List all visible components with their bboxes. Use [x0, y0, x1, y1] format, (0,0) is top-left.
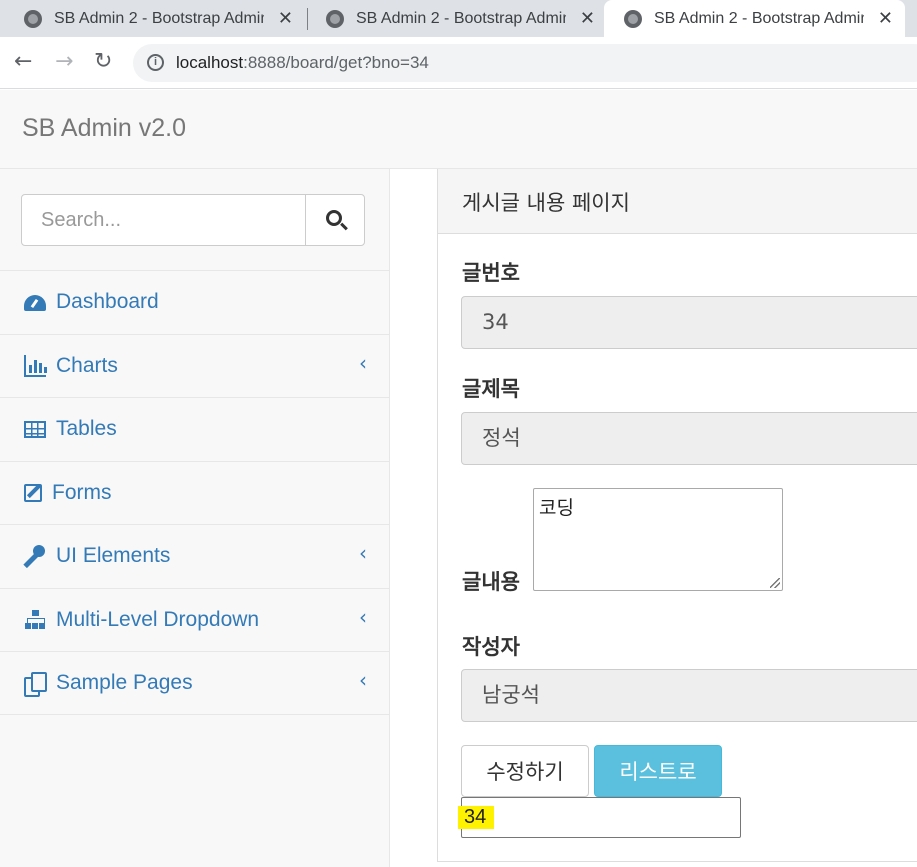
chevron-left-icon: ‹: [359, 541, 367, 565]
brand-link[interactable]: SB Admin v2.0: [22, 114, 186, 143]
close-tab-icon[interactable]: ✕: [580, 8, 595, 29]
sidebar-item-label: Sample Pages: [56, 670, 193, 694]
sidebar-item-tables[interactable]: Tables: [0, 397, 389, 461]
sidebar-item-label: Charts: [56, 353, 118, 377]
url-text: localhost:8888/board/get?bno=34: [176, 53, 429, 72]
navbar-header: SB Admin v2.0: [0, 90, 917, 169]
browser-tab-2[interactable]: SB Admin 2 - Bootstrap Admin ✕: [302, 0, 607, 37]
sidebar-item-sample-pages[interactable]: Sample Pages ‹: [0, 651, 389, 715]
sidebar-item-label: Forms: [52, 480, 112, 504]
dashboard-icon: [24, 295, 46, 312]
site-info-icon[interactable]: i: [147, 54, 164, 71]
writer-label: 작성자: [462, 635, 520, 659]
bno-field[interactable]: 34: [461, 296, 917, 349]
edit-icon: [24, 483, 42, 502]
chevron-left-icon: ‹: [359, 350, 367, 375]
search-input[interactable]: [21, 194, 306, 246]
globe-icon: [624, 9, 642, 28]
bno-label: 글번호: [462, 261, 520, 285]
wrench-icon: [24, 545, 46, 567]
hidden-bno-input[interactable]: 34: [458, 797, 741, 838]
globe-icon: [326, 9, 344, 28]
close-tab-icon[interactable]: ✕: [278, 8, 293, 29]
reload-icon[interactable]: ↻: [94, 49, 112, 75]
title-label: 글제목: [462, 377, 520, 401]
content-textarea[interactable]: 코딩: [533, 488, 783, 591]
close-tab-icon[interactable]: ✕: [878, 8, 893, 29]
writer-field[interactable]: 남궁석: [461, 669, 917, 722]
sidebar: Dashboard Charts ‹ Tables Forms UI Eleme…: [0, 169, 390, 867]
sidebar-search: [21, 194, 365, 246]
files-icon: [24, 671, 47, 697]
sidebar-item-forms[interactable]: Forms: [0, 460, 389, 525]
content-text: 코딩: [539, 497, 574, 519]
browser-tab-3-active[interactable]: SB Admin 2 - Bootstrap Admin ✕: [604, 0, 905, 37]
modify-button[interactable]: 수정하기: [461, 745, 589, 797]
sidebar-item-label: Dashboard: [56, 290, 159, 314]
sidebar-item-multi-level-dropdown[interactable]: Multi-Level Dropdown ‹: [0, 587, 389, 652]
content-label: 글내용: [462, 570, 520, 594]
sidebar-item-dashboard[interactable]: Dashboard: [0, 270, 389, 334]
sidebar-item-label: UI Elements: [56, 544, 171, 568]
tab-title: SB Admin 2 - Bootstrap Admin: [654, 9, 864, 27]
back-arrow-icon[interactable]: ←: [14, 49, 32, 75]
sidebar-menu: Dashboard Charts ‹ Tables Forms UI Eleme…: [0, 270, 389, 715]
chevron-left-icon: ‹: [359, 668, 367, 692]
panel-title: 게시글 내용 페이지: [462, 191, 630, 215]
panel-heading: 게시글 내용 페이지: [438, 169, 917, 234]
search-icon: [326, 210, 342, 226]
bar-chart-icon: [24, 354, 47, 377]
resize-grip-icon[interactable]: [770, 578, 780, 588]
browser-tab-1[interactable]: SB Admin 2 - Bootstrap Admin ✕: [0, 0, 305, 37]
sidebar-item-label: Multi-Level Dropdown: [56, 607, 260, 631]
tab-title: SB Admin 2 - Bootstrap Admin: [54, 9, 264, 27]
board-detail-panel: 게시글 내용 페이지 글번호 34 글제목 정석 글내용 코딩 작성자 남궁석 …: [437, 169, 917, 862]
globe-icon: [24, 9, 42, 28]
forward-arrow-icon[interactable]: →: [55, 49, 73, 75]
browser-tab-strip: SB Admin 2 - Bootstrap Admin ✕ SB Admin …: [0, 0, 917, 37]
browser-toolbar: ← → ↻ i localhost:8888/board/get?bno=34: [0, 37, 917, 89]
chevron-left-icon: ‹: [359, 604, 367, 629]
search-button[interactable]: [305, 194, 365, 246]
sidebar-item-charts[interactable]: Charts ‹: [0, 333, 389, 398]
tab-title: SB Admin 2 - Bootstrap Admin: [356, 9, 566, 27]
bno-input-value: 34: [458, 806, 495, 829]
title-field[interactable]: 정석: [461, 412, 917, 465]
address-bar[interactable]: i localhost:8888/board/get?bno=34: [133, 44, 917, 82]
sidebar-item-ui-elements[interactable]: UI Elements ‹: [0, 524, 389, 588]
list-button[interactable]: 리스트로: [594, 745, 722, 797]
sitemap-icon: [24, 609, 46, 631]
table-icon: [24, 420, 46, 438]
sidebar-item-label: Tables: [56, 417, 117, 441]
